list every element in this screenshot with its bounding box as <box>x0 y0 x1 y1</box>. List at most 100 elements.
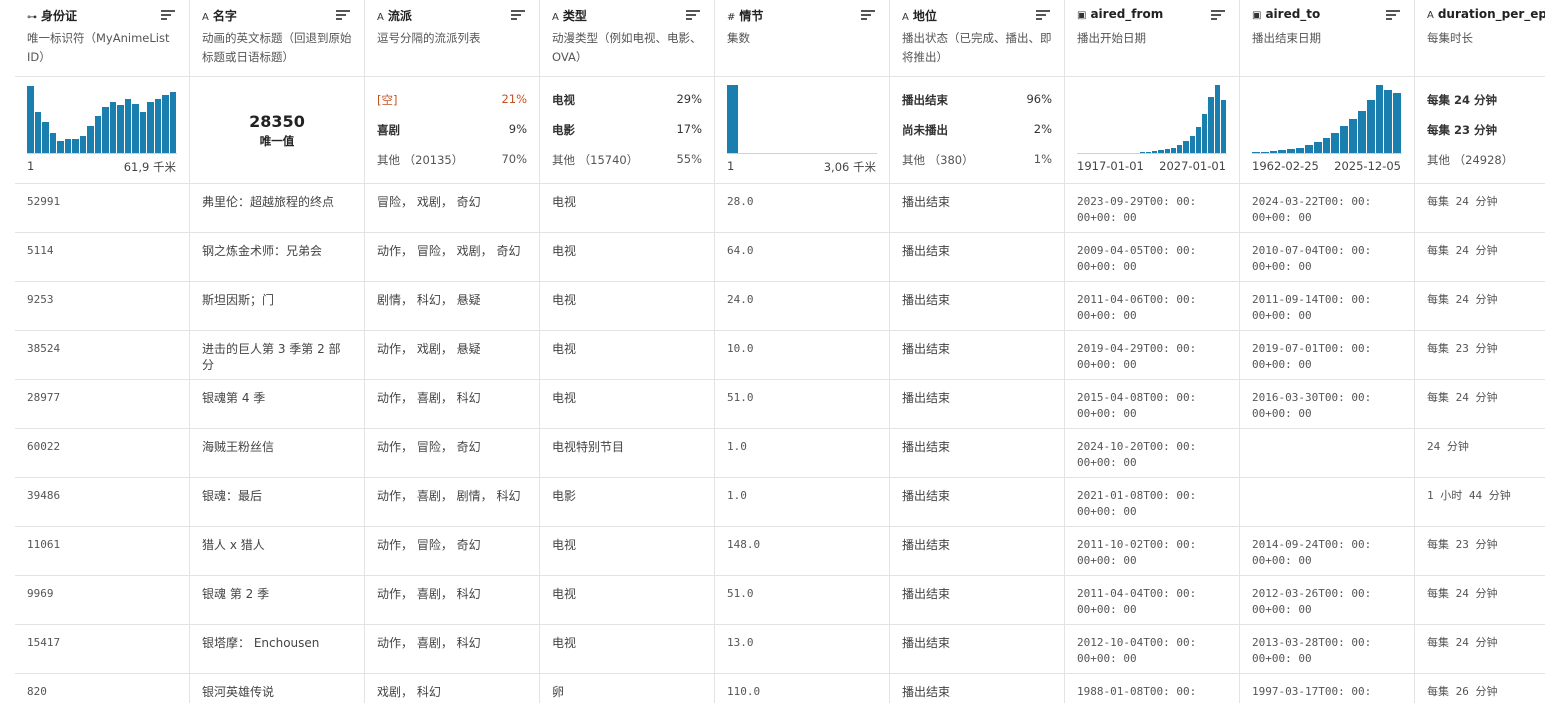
table-cell-type[interactable]: 电视 <box>552 537 702 553</box>
histogram-bar[interactable] <box>1195 127 1201 153</box>
column-header[interactable]: ▣ aired_to <box>1252 7 1320 21</box>
table-cell-aired_to[interactable]: 2024-03-22T00: 00: 00+00: 00 <box>1252 194 1402 226</box>
sort-icon[interactable] <box>511 10 525 21</box>
histogram-bar[interactable] <box>1357 110 1366 153</box>
table-cell-episodes[interactable]: 13.0 <box>727 635 877 651</box>
table-cell-aired_from[interactable]: 1988-01-08T00: 00: 00+00: 00 <box>1077 684 1227 703</box>
histogram-bar[interactable] <box>27 86 34 153</box>
table-cell-duration[interactable]: 每集 23 分钟 <box>1427 537 1545 553</box>
table-cell-type[interactable]: 电视 <box>552 341 702 357</box>
table-cell-id[interactable]: 820 <box>27 684 177 700</box>
table-cell-duration[interactable]: 每集 26 分钟 <box>1427 684 1545 700</box>
column-header[interactable]: # 情节 <box>727 7 763 24</box>
table-cell-type[interactable]: 电影 <box>552 488 702 504</box>
table-cell-status[interactable]: 播出结束 <box>902 586 1052 602</box>
histogram-bar[interactable] <box>117 105 124 153</box>
histogram-bar[interactable] <box>57 140 64 153</box>
table-cell-type[interactable]: 电视特别节目 <box>552 439 702 455</box>
table-cell-status[interactable]: 播出结束 <box>902 439 1052 455</box>
sort-icon[interactable] <box>1386 10 1400 21</box>
histogram-bar[interactable] <box>1393 93 1401 153</box>
table-cell-name[interactable]: 海贼王粉丝信 <box>202 439 352 455</box>
table-cell-type[interactable]: 电视 <box>552 635 702 651</box>
table-cell-duration[interactable]: 每集 24 分钟 <box>1427 635 1545 651</box>
table-cell-type[interactable]: 电视 <box>552 390 702 406</box>
table-cell-aired_from[interactable]: 2011-04-06T00: 00: 00+00: 00 <box>1077 292 1227 324</box>
table-cell-aired_to[interactable]: 2014-09-24T00: 00: 00+00: 00 <box>1252 537 1402 569</box>
histogram-bar[interactable] <box>79 136 86 153</box>
table-cell-id[interactable]: 60022 <box>27 439 177 455</box>
histogram-bar[interactable] <box>1177 144 1183 153</box>
table-cell-genres[interactable]: 剧情， 科幻， 悬疑 <box>377 292 527 308</box>
table-cell-aired_to[interactable]: 2016-03-30T00: 00: 00+00: 00 <box>1252 390 1402 422</box>
histogram-bar[interactable] <box>154 98 161 153</box>
table-cell-aired_from[interactable]: 2011-10-02T00: 00: 00+00: 00 <box>1077 537 1227 569</box>
table-cell-duration[interactable]: 24 分钟 <box>1427 439 1545 455</box>
table-cell-genres[interactable]: 动作， 冒险， 奇幻 <box>377 439 527 455</box>
table-cell-episodes[interactable]: 28.0 <box>727 194 877 210</box>
column-header[interactable]: A 名字 <box>202 7 237 24</box>
histogram-bar[interactable] <box>1304 144 1313 153</box>
table-cell-aired_from[interactable]: 2019-04-29T00: 00: 00+00: 00 <box>1077 341 1227 373</box>
histogram-bar[interactable] <box>72 139 79 153</box>
table-cell-episodes[interactable]: 64.0 <box>727 243 877 259</box>
table-cell-aired_to[interactable]: 2011-09-14T00: 00: 00+00: 00 <box>1252 292 1402 324</box>
sort-icon[interactable] <box>1036 10 1050 21</box>
column-header[interactable]: Aduration_per_ep <box>1427 7 1545 21</box>
table-cell-aired_from[interactable]: 2021-01-08T00: 00: 00+00: 00 <box>1077 488 1227 520</box>
table-cell-id[interactable]: 38524 <box>27 341 177 357</box>
histogram-bar[interactable] <box>139 112 146 153</box>
table-cell-genres[interactable]: 动作， 冒险， 戏剧， 奇幻 <box>377 243 527 259</box>
table-cell-duration[interactable]: 每集 24 分钟 <box>1427 292 1545 308</box>
table-cell-id[interactable]: 28977 <box>27 390 177 406</box>
table-cell-name[interactable]: 银河英雄传说 <box>202 684 352 700</box>
table-cell-name[interactable]: 猎人 x 猎人 <box>202 537 352 553</box>
table-cell-genres[interactable]: 动作， 喜剧， 剧情， 科幻 <box>377 488 527 504</box>
table-cell-status[interactable]: 播出结束 <box>902 292 1052 308</box>
table-cell-status[interactable]: 播出结束 <box>902 243 1052 259</box>
table-cell-aired_to[interactable]: 2019-07-01T00: 00: 00+00: 00 <box>1252 341 1402 373</box>
table-cell-episodes[interactable]: 1.0 <box>727 488 877 504</box>
table-cell-name[interactable]: 银魂：最后 <box>202 488 352 504</box>
table-cell-aired_from[interactable]: 2009-04-05T00: 00: 00+00: 00 <box>1077 243 1227 275</box>
histogram-bar[interactable] <box>1366 99 1375 153</box>
table-cell-name[interactable]: 弗里伦：超越旅程的终点 <box>202 194 352 210</box>
table-cell-episodes[interactable]: 51.0 <box>727 586 877 602</box>
table-cell-aired_from[interactable]: 2011-04-04T00: 00: 00+00: 00 <box>1077 586 1227 618</box>
table-cell-type[interactable]: 电视 <box>552 194 702 210</box>
histogram-bar[interactable] <box>102 106 109 153</box>
table-cell-id[interactable]: 11061 <box>27 537 177 553</box>
histogram-bar[interactable] <box>162 95 169 153</box>
histogram-bar[interactable] <box>124 98 131 153</box>
table-cell-duration[interactable]: 每集 24 分钟 <box>1427 194 1545 210</box>
sort-icon[interactable] <box>336 10 350 21</box>
table-cell-id[interactable]: 5114 <box>27 243 177 259</box>
table-cell-episodes[interactable]: 1.0 <box>727 439 877 455</box>
table-cell-episodes[interactable]: 110.0 <box>727 684 877 700</box>
histogram-bar[interactable] <box>42 122 49 153</box>
table-cell-episodes[interactable]: 24.0 <box>727 292 877 308</box>
histogram-bar[interactable] <box>1331 132 1340 153</box>
histogram-bar[interactable] <box>1202 113 1208 153</box>
table-cell-status[interactable]: 播出结束 <box>902 390 1052 406</box>
table-cell-genres[interactable]: 动作， 喜剧， 科幻 <box>377 586 527 602</box>
table-cell-aired_to[interactable]: 2012-03-26T00: 00: 00+00: 00 <box>1252 586 1402 618</box>
table-cell-genres[interactable]: 动作， 戏剧， 悬疑 <box>377 341 527 357</box>
histogram-bar[interactable] <box>1340 125 1349 153</box>
column-header[interactable]: A 流派 <box>377 7 412 24</box>
table-cell-episodes[interactable]: 51.0 <box>727 390 877 406</box>
table-cell-episodes[interactable]: 10.0 <box>727 341 877 357</box>
column-header[interactable]: A 地位 <box>902 7 937 24</box>
table-cell-aired_to[interactable]: 1997-03-17T00: 00: 00+00: 00 <box>1252 684 1402 703</box>
table-cell-aired_from[interactable]: 2012-10-04T00: 00: 00+00: 00 <box>1077 635 1227 667</box>
table-cell-duration[interactable]: 每集 24 分钟 <box>1427 390 1545 406</box>
table-cell-status[interactable]: 播出结束 <box>902 684 1052 700</box>
table-cell-status[interactable]: 播出结束 <box>902 537 1052 553</box>
table-cell-status[interactable]: 播出结束 <box>902 488 1052 504</box>
histogram-bar[interactable] <box>132 104 139 153</box>
table-cell-duration[interactable]: 每集 24 分钟 <box>1427 586 1545 602</box>
histogram-bar[interactable] <box>1322 138 1331 153</box>
table-cell-name[interactable]: 钢之炼金术师：兄弟会 <box>202 243 352 259</box>
table-cell-id[interactable]: 9969 <box>27 586 177 602</box>
histogram-bar[interactable] <box>1375 85 1384 153</box>
